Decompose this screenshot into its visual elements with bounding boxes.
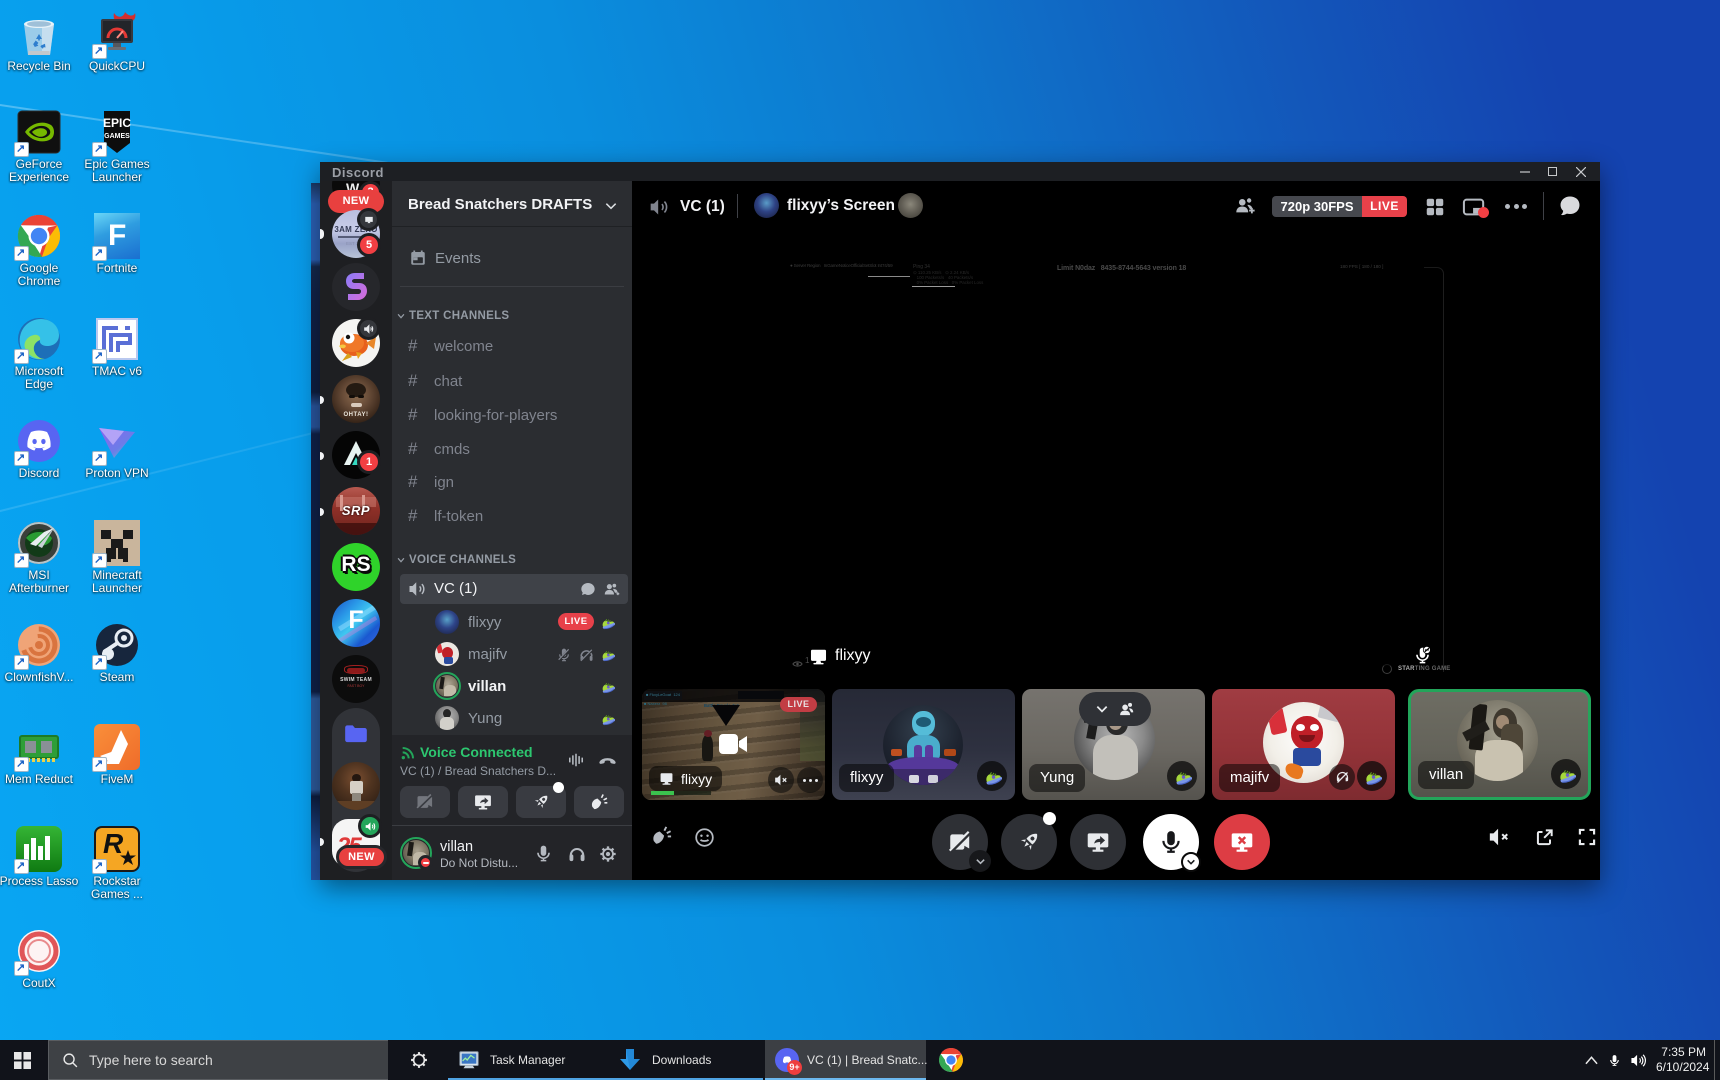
svg-text:EPIC: EPIC (103, 116, 131, 130)
svg-text:GAMES: GAMES (104, 133, 130, 140)
